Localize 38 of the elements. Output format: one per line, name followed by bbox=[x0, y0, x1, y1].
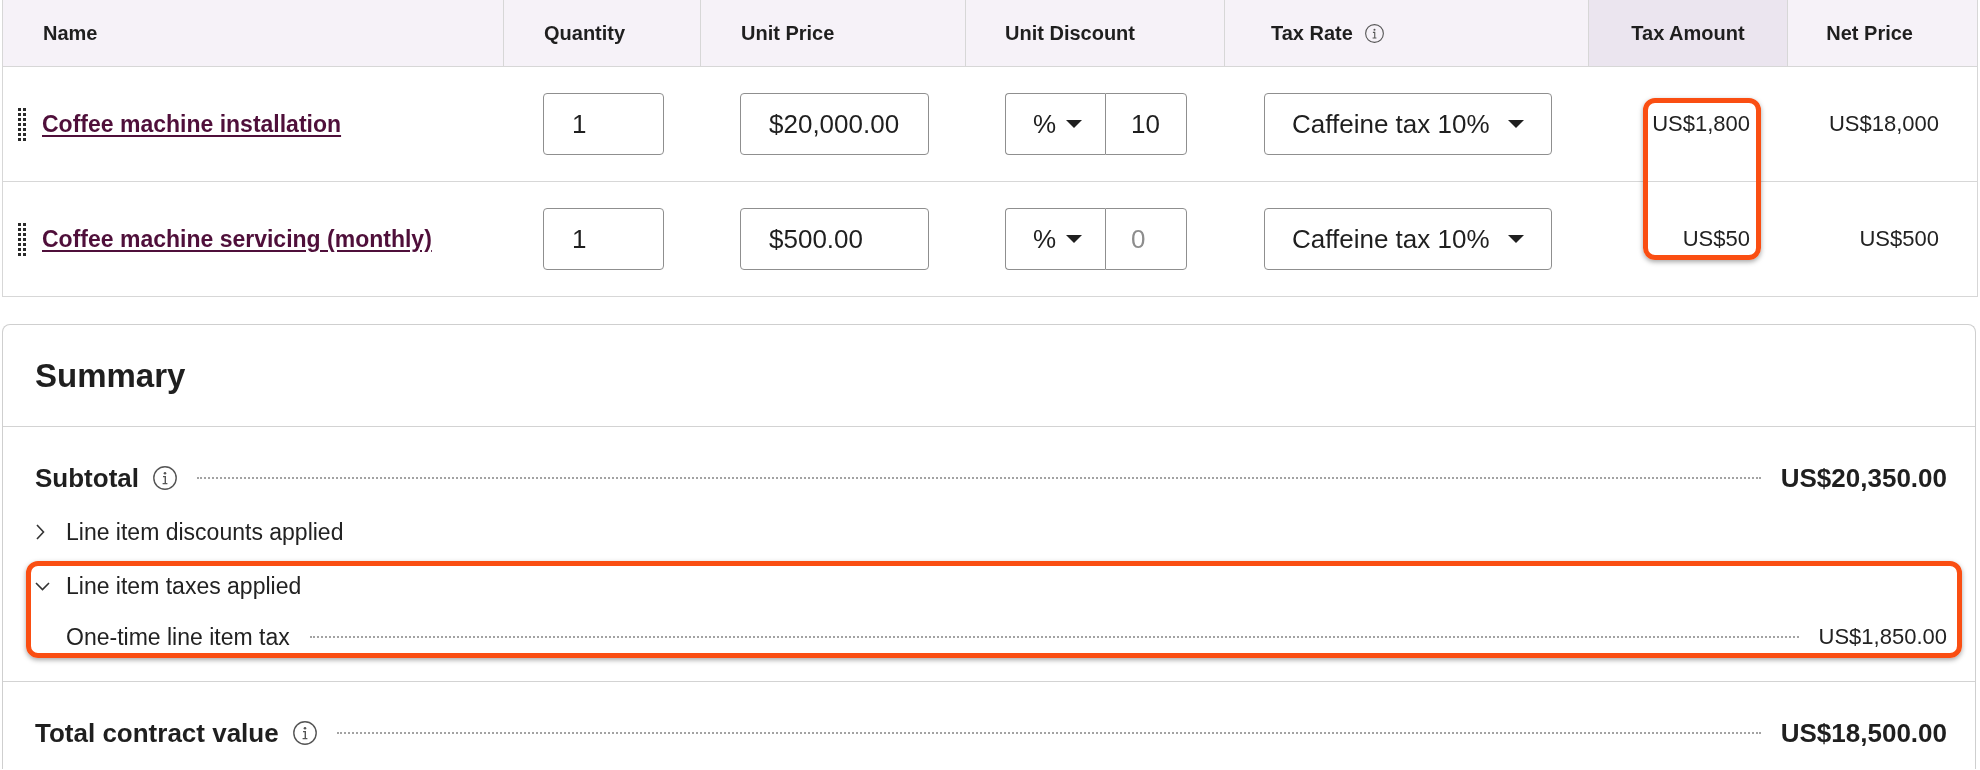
table-cell: US$1,800 bbox=[1652, 111, 1750, 137]
column-label: Quantity bbox=[544, 21, 626, 45]
discount-type-select[interactable]: % bbox=[1005, 93, 1105, 155]
discount-type-select[interactable]: % bbox=[1005, 208, 1105, 270]
column-label: Unit Price bbox=[741, 21, 835, 45]
column-label: Tax Amount bbox=[1631, 21, 1745, 45]
quantity-input[interactable]: 1 bbox=[543, 208, 664, 270]
column-label: Unit Discount bbox=[1005, 21, 1135, 45]
caret-icon bbox=[1508, 235, 1524, 243]
tax-rate-select[interactable]: Caffeine tax 10% bbox=[1264, 93, 1552, 155]
unit-price-input[interactable]: $500.00 bbox=[740, 208, 929, 270]
unit-price-input[interactable]: $20,000.00 bbox=[740, 93, 929, 155]
table-cell: US$50 bbox=[1682, 226, 1750, 252]
table-cell: US$18,000 bbox=[1828, 111, 1939, 137]
caret-icon bbox=[1066, 120, 1083, 128]
discount-input[interactable]: 10 bbox=[1105, 93, 1187, 155]
product-link[interactable]: Coffee machine installation bbox=[42, 110, 342, 138]
column-label: Tax Rate bbox=[1271, 21, 1353, 45]
summary-amount: US$1,850.00 bbox=[1818, 624, 1947, 650]
summary-label: Total contract value bbox=[35, 717, 279, 749]
expand-toggle[interactable]: Line item discounts applied bbox=[35, 516, 344, 548]
column-label: Net Price bbox=[1826, 21, 1913, 45]
expand-toggle[interactable]: Line item taxes applied bbox=[35, 570, 302, 602]
tax-rate-select[interactable]: Caffeine tax 10% bbox=[1264, 208, 1552, 270]
summary-label: Subtotal bbox=[35, 462, 139, 494]
summary-label: One-time line item tax bbox=[66, 623, 290, 651]
discount-input[interactable]: 0 bbox=[1105, 208, 1187, 270]
summary-amount: US$18,500.00 bbox=[1780, 717, 1947, 749]
card-title: Summary bbox=[35, 356, 186, 395]
quantity-input[interactable]: 1 bbox=[543, 93, 664, 155]
drag-handle-icon[interactable] bbox=[18, 222, 26, 256]
table-cell: US$500 bbox=[1859, 226, 1939, 252]
summary-amount: US$20,350.00 bbox=[1780, 462, 1947, 494]
drag-handle-icon[interactable] bbox=[18, 107, 26, 141]
caret-icon bbox=[1508, 120, 1524, 128]
column-label: Name bbox=[43, 21, 98, 45]
caret-icon bbox=[1066, 235, 1083, 243]
product-link[interactable]: Coffee machine servicing (monthly) bbox=[42, 225, 432, 253]
